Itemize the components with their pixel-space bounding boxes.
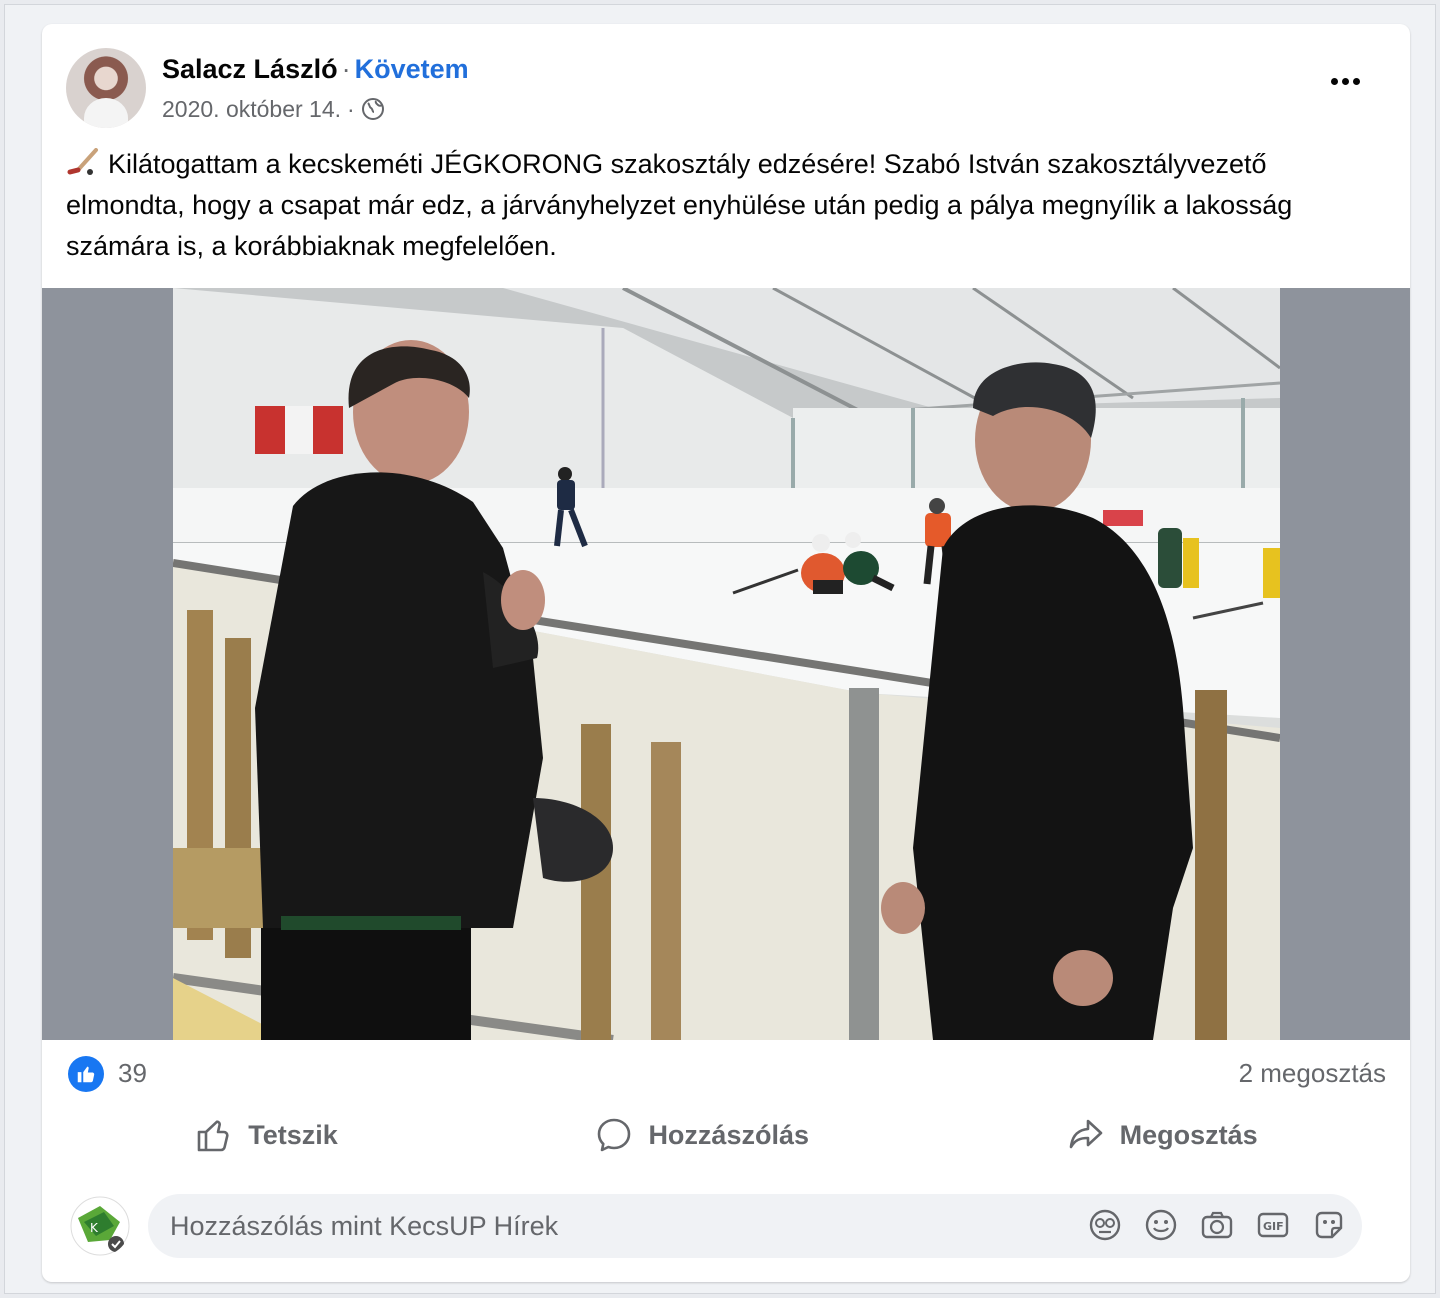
gif-icon[interactable]: GIF	[1256, 1208, 1290, 1242]
comment-placeholder: Hozzászólás mint KecsUP Hírek	[170, 1211, 559, 1241]
post-actions: Tetszik Hozzászólás Megosztás	[66, 1104, 1386, 1166]
post-meta: 2020. október 14. ·	[162, 94, 385, 124]
separator-dot: ·	[341, 54, 351, 84]
post-card: Salacz László · Követem 2020. október 14. …	[42, 24, 1410, 1282]
emoji-icon[interactable]	[1144, 1208, 1178, 1242]
hockey-stick-icon	[66, 147, 102, 175]
globe-icon	[361, 97, 385, 121]
comment-input[interactable]: Hozzászólás mint KecsUP Hírek GIF	[148, 1194, 1362, 1258]
reaction-count[interactable]: 39	[118, 1058, 147, 1089]
commenter-avatar[interactable]: K	[70, 1196, 130, 1256]
author-line: Salacz László · Követem	[162, 52, 469, 86]
follow-link[interactable]: Követem	[355, 54, 469, 84]
more-dot	[1330, 77, 1338, 85]
like-button[interactable]: Tetszik	[154, 1107, 378, 1163]
comment-button[interactable]: Hozzászólás	[554, 1107, 849, 1163]
post-body: Kilátogattam a kecskeméti JÉGKORONG szak…	[66, 149, 1293, 261]
svg-text:K: K	[90, 1221, 99, 1235]
author-avatar[interactable]	[66, 48, 146, 128]
post-stats: 39 2 megosztás	[66, 1054, 1386, 1098]
date-separator: ·	[347, 96, 355, 122]
comment-icon	[598, 1118, 631, 1152]
camera-icon[interactable]	[1200, 1208, 1234, 1242]
post-date[interactable]: 2020. október 14.	[162, 94, 341, 124]
author-name[interactable]: Salacz László	[162, 54, 338, 84]
svg-text:GIF: GIF	[1263, 1220, 1284, 1233]
comment-composer: K Hozzászólás mint KecsUP Hírek GIF	[66, 1190, 1386, 1262]
avatar-sticker-icon[interactable]	[1088, 1208, 1122, 1242]
post-photo[interactable]	[173, 288, 1280, 1040]
more-dot	[1341, 77, 1349, 85]
share-button[interactable]: Megosztás	[1026, 1107, 1298, 1163]
thumbs-up-icon	[197, 1120, 229, 1152]
more-dot	[1352, 77, 1360, 85]
post-text: Kilátogattam a kecskeméti JÉGKORONG szak…	[66, 144, 1366, 267]
comment-label: Hozzászólás	[648, 1119, 809, 1150]
share-arrow-icon	[1069, 1119, 1102, 1149]
share-count[interactable]: 2 megosztás	[1239, 1058, 1386, 1089]
more-options-button[interactable]	[1320, 66, 1370, 96]
like-reaction-icon[interactable]	[68, 1056, 104, 1092]
share-label: Megosztás	[1119, 1119, 1258, 1150]
post-photo-frame[interactable]	[42, 288, 1410, 1040]
comment-tools: GIF	[1088, 1208, 1346, 1242]
sticker-icon[interactable]	[1312, 1208, 1346, 1242]
like-label: Tetszik	[248, 1119, 338, 1150]
rink-scene	[173, 288, 1280, 1040]
